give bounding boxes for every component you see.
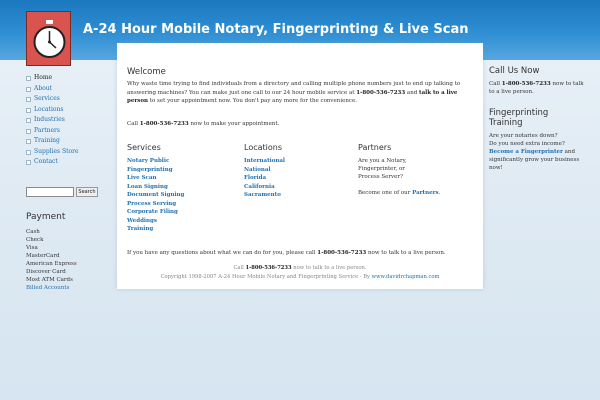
sidebar-right: Call Us Now Call 1-800-536-7233 now to t… [489,66,589,172]
main-nav: Home About Services Locations Industries… [26,73,106,168]
partners-title: Partners [358,143,392,152]
service-link[interactable]: Corporate Filing [127,208,237,217]
bullet-icon [26,128,31,134]
location-link[interactable]: National [244,166,344,175]
site-title[interactable]: A-24 Hour Mobile Notary, Fingerprinting … [83,22,468,37]
payment-item: American Express [26,261,77,267]
service-link[interactable]: Live Scan [127,174,237,183]
nav-item-industries[interactable]: Industries [26,115,106,126]
search-button[interactable]: Search [76,187,98,197]
stopwatch-icon [33,20,66,58]
nav-item-about[interactable]: About [26,84,106,95]
nav-item-services[interactable]: Services [26,94,106,105]
right-phone: 1-800-536-7233 [501,81,551,87]
welcome-title: Welcome [127,67,166,77]
fingerprinting-training-title: Fingerprinting Training [489,108,549,128]
bullet-icon [26,107,31,113]
locations-title: Locations [244,143,283,152]
bullet-icon [26,118,31,123]
service-link[interactable]: Fingerprinting [127,166,237,175]
partners-link[interactable]: Partners [412,190,438,196]
call-us-text: Call 1-800-536-7233 now to talk to a liv… [489,81,584,95]
fingerprinting-text: Are your notaries down? Do you need extra… [489,133,580,171]
bullet-icon [26,160,31,165]
questions-line: If you have any questions about what we … [127,250,446,256]
services-column: Services Notary Public Fingerprinting Li… [127,143,237,234]
intro-phone: 1-800-536-7233 [356,89,406,96]
nav-item-partners[interactable]: Partners [26,126,106,137]
nav-item-contact[interactable]: Contact [26,157,106,168]
locations-column: Locations International National Florida… [244,143,344,200]
footer-call-line: Call 1-800-536-7233 now to talk to a liv… [233,265,367,271]
payment-item-billed-accounts[interactable]: Billed Accounts [26,284,77,292]
location-link[interactable]: California [244,183,344,192]
partners-text: Are you a Notary, Fingerprinter, or Proces… [358,158,407,180]
call-line: Call 1-800-536-7233 now to make your app… [127,121,280,127]
payment-item: Discover Card [26,269,66,275]
service-link[interactable]: Training [127,225,237,234]
bullet-icon [26,139,31,144]
footer-credit-link[interactable]: www.davidrchapman.com [372,274,440,280]
service-link[interactable]: Document Signing [127,191,237,200]
payment-item: Visa [26,245,38,251]
service-link[interactable]: Process Serving [127,200,237,209]
locations-list: International National Florida Californi… [244,157,344,200]
become-fingerprinter-link[interactable]: Become a Fingerprinter [489,149,563,155]
payment-item: MasterCard [26,253,60,259]
logo[interactable] [26,11,71,66]
payment-item: Cash [26,229,40,235]
call-us-title: Call Us Now [489,66,540,76]
partners-become: Become one of our Partners. [358,190,441,196]
questions-phone: 1-800-536-7233 [317,250,367,256]
footer-phone: 1-800-536-7233 [245,265,292,271]
services-title: Services [127,143,161,152]
nav-item-supplies-store[interactable]: Supplies Store [26,147,106,158]
payment-list: Cash Check Visa MasterCard American Expr… [26,228,77,292]
footer: Call 1-800-536-7233 now to talk to a liv… [117,264,483,281]
intro-paragraph: Why waste time trying to find individual… [127,81,461,104]
payment-item: Most ATM Cards [26,277,73,283]
search-form: Search [26,187,100,197]
nav-item-locations[interactable]: Locations [26,105,106,116]
service-link[interactable]: Notary Public [127,157,237,166]
nav-item-training[interactable]: Training [26,136,106,147]
location-link[interactable]: International [244,157,344,166]
bullet-icon [26,97,31,102]
services-list: Notary Public Fingerprinting Live Scan L… [127,157,237,234]
call-phone: 1-800-536-7233 [139,121,189,127]
payment-item: Check [26,237,44,243]
service-link[interactable]: Weddings [127,217,237,226]
bullet-icon [26,86,31,92]
bullet-icon [26,76,31,81]
search-input[interactable] [26,187,74,197]
bullet-icon [26,149,31,155]
location-link[interactable]: Florida [244,174,344,183]
payment-title: Payment [26,212,66,222]
location-link[interactable]: Sacramento [244,191,344,200]
footer-copyright: Copyright 1998-2007 A-24 Hour Mobile Not… [160,273,440,280]
nav-item-home[interactable]: Home [26,73,106,84]
main-content: Welcome Why waste time trying to find in… [117,43,483,289]
partners-column: Partners Are you a Notary, Fingerprinter,… [358,143,468,197]
service-link[interactable]: Loan Signing [127,183,237,192]
sidebar-left: Home About Services Locations Industries… [26,73,106,168]
